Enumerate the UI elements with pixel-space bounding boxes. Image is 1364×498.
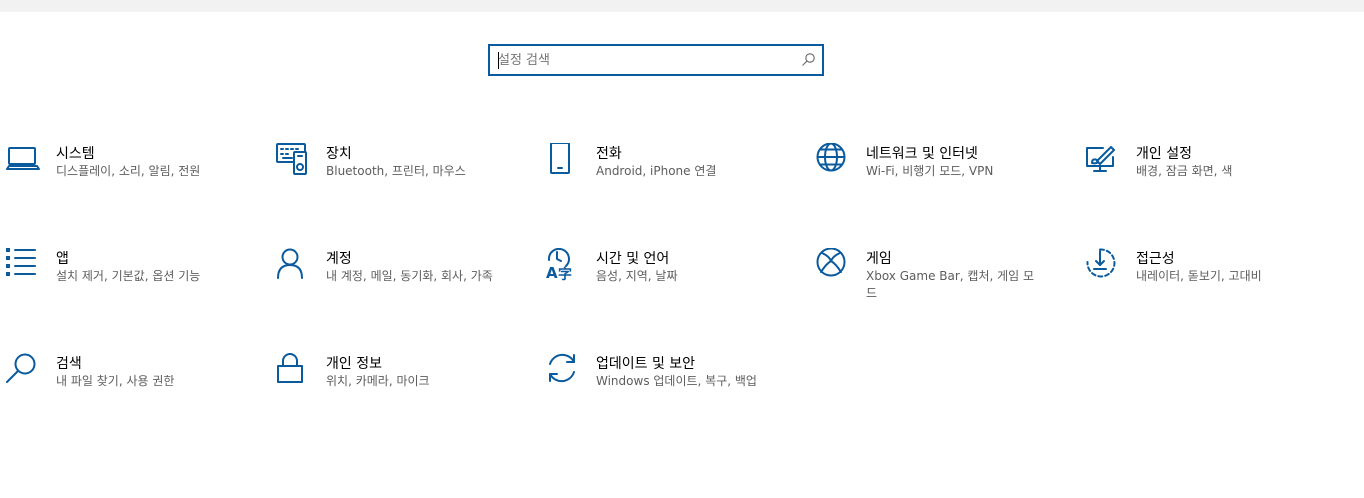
tile-title: 게임	[866, 251, 892, 267]
search-icon[interactable]	[800, 52, 816, 68]
apps-list-icon	[6, 248, 36, 276]
search-box[interactable]	[488, 44, 824, 76]
tile-description: Xbox Game Bar, 캡처, 게임 모드	[866, 269, 1035, 300]
tile-description: 디스플레이, 소리, 알림, 전원	[56, 164, 201, 178]
tile-time-language[interactable]: A 字 시간 및 언어 음성, 지역, 날짜	[546, 248, 806, 328]
tile-accounts[interactable]: 계정 내 계정, 메일, 동기화, 회사, 가족	[276, 248, 536, 328]
tile-description: Bluetooth, 프린터, 마우스	[326, 164, 466, 178]
time-language-icon: A 字	[546, 248, 572, 282]
phone-icon	[550, 143, 570, 174]
person-icon	[277, 248, 303, 279]
tile-description: 내 계정, 메일, 동기화, 회사, 가족	[326, 269, 493, 283]
search-icon	[6, 353, 36, 383]
tile-system[interactable]: 시스템 디스플레이, 소리, 알림, 전원	[6, 143, 266, 223]
ease-of-access-icon	[1086, 248, 1116, 278]
xbox-icon	[816, 248, 846, 277]
top-bar	[0, 0, 1364, 12]
tile-title: 접근성	[1136, 251, 1175, 267]
tile-title: 검색	[56, 356, 82, 372]
tile-description: 배경, 잠금 화면, 색	[1136, 164, 1233, 178]
tile-network[interactable]: 네트워크 및 인터넷 Wi-Fi, 비행기 모드, VPN	[816, 143, 1076, 223]
personalization-icon	[1086, 146, 1115, 172]
tile-description: Windows 업데이트, 복구, 백업	[596, 374, 757, 388]
text-caret	[498, 52, 499, 69]
tile-title: 시스템	[56, 146, 95, 162]
laptop-icon	[6, 147, 40, 170]
tile-title: 전화	[596, 146, 622, 162]
tile-title: 앱	[56, 251, 69, 267]
tile-devices[interactable]: 장치 Bluetooth, 프린터, 마우스	[276, 143, 536, 223]
tile-title: 장치	[326, 146, 352, 162]
tile-update-security[interactable]: 업데이트 및 보안 Windows 업데이트, 복구, 백업	[546, 353, 806, 433]
globe-icon	[816, 143, 846, 172]
tile-apps[interactable]: 앱 설치 제거, 기본값, 옵션 기능	[6, 248, 266, 328]
tile-title: 계정	[326, 251, 352, 267]
svg-text:A: A	[546, 264, 558, 282]
tile-description: 내레이터, 돋보기, 고대비	[1136, 269, 1262, 283]
tile-title: 업데이트 및 보안	[596, 356, 696, 372]
tile-description: 설치 제거, 기본값, 옵션 기능	[56, 269, 201, 283]
lock-icon	[277, 353, 303, 383]
search-input[interactable]	[498, 46, 788, 74]
tile-title: 네트워크 및 인터넷	[866, 146, 978, 162]
devices-icon	[276, 143, 307, 175]
tile-description: Wi-Fi, 비행기 모드, VPN	[866, 164, 994, 178]
tile-ease-of-access[interactable]: 접근성 내레이터, 돋보기, 고대비	[1086, 248, 1346, 328]
tile-title: 시간 및 언어	[596, 251, 670, 267]
tile-privacy[interactable]: 개인 정보 위치, 카메라, 마이크	[276, 353, 536, 433]
tile-description: 위치, 카메라, 마이크	[326, 374, 430, 388]
svg-text:字: 字	[558, 266, 572, 282]
tile-personalization[interactable]: 개인 설정 배경, 잠금 화면, 색	[1086, 143, 1346, 223]
tile-gaming[interactable]: 게임 Xbox Game Bar, 캡처, 게임 모드	[816, 248, 1076, 328]
tile-title: 개인 설정	[1136, 146, 1192, 162]
sync-icon	[549, 353, 575, 383]
tile-description: 내 파일 찾기, 사용 권한	[56, 374, 175, 388]
tile-search[interactable]: 검색 내 파일 찾기, 사용 권한	[6, 353, 266, 433]
tile-phone[interactable]: 전화 Android, iPhone 연결	[546, 143, 806, 223]
tile-title: 개인 정보	[326, 356, 382, 372]
tile-description: Android, iPhone 연결	[596, 164, 717, 178]
tile-description: 음성, 지역, 날짜	[596, 269, 678, 283]
